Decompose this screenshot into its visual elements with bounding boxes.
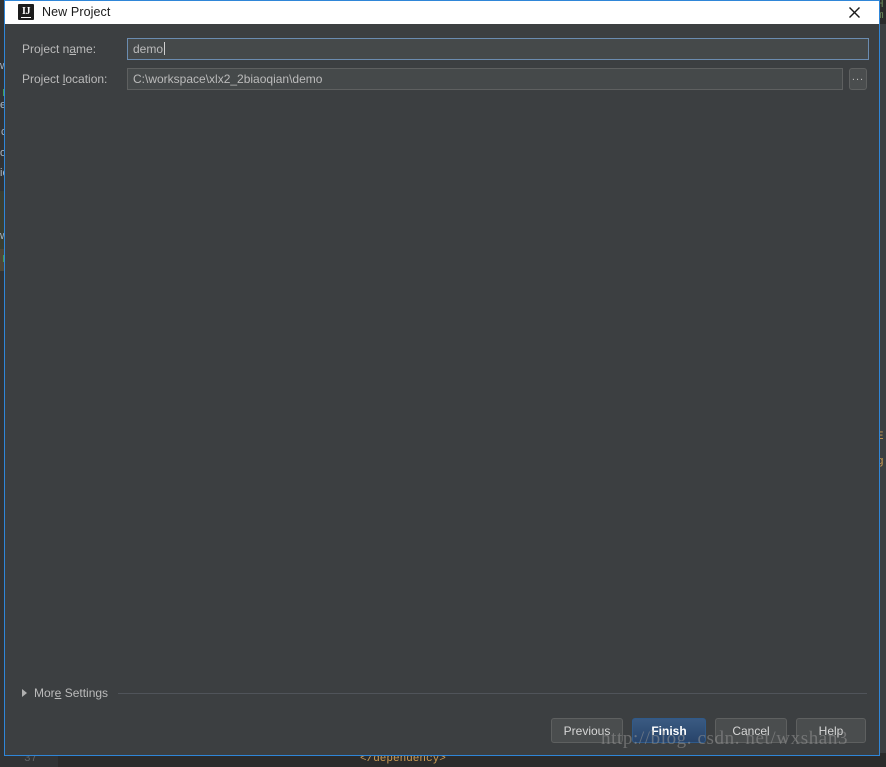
- chevron-right-icon[interactable]: [22, 689, 27, 697]
- project-location-input[interactable]: C:\workspace\xlx2_2biaoqian\demo: [127, 68, 843, 90]
- project-location-label: Project location:: [22, 72, 108, 86]
- previous-button-label: Previous: [563, 723, 611, 738]
- dialog-title: New Project: [42, 5, 111, 19]
- text-caret: [164, 42, 166, 55]
- dialog-button-bar: Previous Finish Cancel Help: [551, 718, 866, 743]
- intellij-idea-icon: IJ: [18, 4, 34, 20]
- cancel-button-label: Cancel: [732, 723, 770, 738]
- browse-folder-button[interactable]: ...: [849, 68, 867, 90]
- help-button-label: Help: [818, 723, 844, 738]
- finish-button-label: Finish: [651, 723, 687, 738]
- dialog-title-bar: IJ New Project: [5, 1, 879, 24]
- cancel-button[interactable]: Cancel: [715, 718, 787, 743]
- ellipsis-icon: ...: [851, 70, 865, 83]
- project-location-row: Project location: C:\workspace\xlx2_2bia…: [22, 68, 867, 90]
- section-separator: [118, 692, 867, 694]
- project-name-row: Project name: demo: [22, 38, 869, 60]
- project-name-input[interactable]: demo: [127, 38, 869, 60]
- previous-button[interactable]: Previous: [551, 718, 623, 743]
- project-name-label: Project name:: [22, 42, 97, 56]
- more-settings-section[interactable]: More Settings: [22, 685, 867, 701]
- new-project-dialog: IJ New Project Project name: demo Projec…: [4, 0, 880, 756]
- help-button[interactable]: Help: [796, 718, 866, 743]
- finish-button[interactable]: Finish: [632, 718, 706, 743]
- project-name-value: demo: [133, 42, 164, 56]
- dialog-body: Project name: demo Project location: C:\…: [5, 24, 879, 755]
- more-settings-label: More Settings: [34, 686, 109, 700]
- project-location-value: C:\workspace\xlx2_2biaoqian\demo: [133, 72, 323, 86]
- close-icon[interactable]: [837, 1, 871, 23]
